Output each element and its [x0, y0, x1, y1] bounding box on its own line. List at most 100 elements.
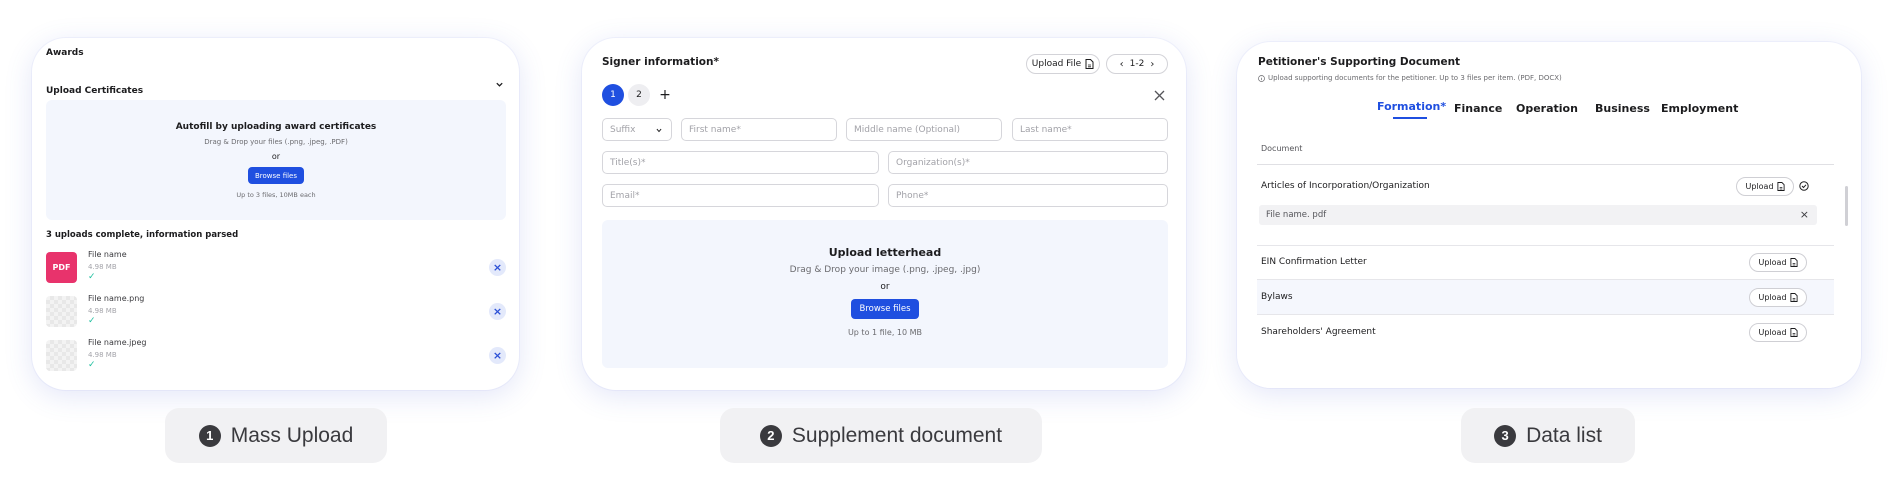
- caption-mass-upload: 1 Mass Upload: [165, 408, 387, 463]
- tab-employment[interactable]: Employment: [1661, 102, 1738, 115]
- chevron-down-icon: [656, 128, 662, 133]
- caption-supplement-document: 2 Supplement document: [720, 408, 1042, 463]
- document-list-subtitle-row: Upload supporting documents for the peti…: [1258, 74, 1562, 82]
- awards-heading: Awards: [46, 48, 84, 58]
- add-step-icon[interactable]: +: [654, 84, 676, 106]
- letterhead-dropzone[interactable]: Upload letterhead Drag & Drop your image…: [602, 220, 1168, 368]
- tab-business[interactable]: Business: [1595, 102, 1650, 115]
- tab-formation[interactable]: Formation*: [1377, 100, 1446, 113]
- browse-files-button[interactable]: Browse files: [851, 299, 919, 319]
- caption-data-list: 3 Data list: [1461, 408, 1635, 463]
- upload-label: Upload: [1758, 328, 1787, 337]
- file-icon: [1789, 293, 1798, 302]
- upload-certificates-title: Upload Certificates: [46, 86, 144, 96]
- document-row-ein: EIN Confirmation Letter Upload: [1257, 245, 1834, 280]
- upload-button[interactable]: Upload: [1736, 177, 1794, 196]
- caption-number: 1: [198, 424, 221, 447]
- document-row-bylaws[interactable]: Bylaws Upload: [1257, 280, 1834, 315]
- remove-attachment-icon[interactable]: ×: [1800, 208, 1809, 221]
- upload-label: Upload: [1758, 258, 1787, 267]
- active-tab-indicator: [1393, 117, 1427, 119]
- file-name: File name.png: [88, 294, 145, 303]
- email-field[interactable]: Email*: [602, 184, 879, 207]
- title-field[interactable]: Title(s)*: [602, 151, 879, 174]
- step-1-button[interactable]: 1: [602, 84, 624, 106]
- suffix-select[interactable]: Suffix: [602, 118, 672, 141]
- caption-number: 3: [1494, 424, 1517, 447]
- letterhead-hint: Drag & Drop your image (.png, .jpeg, .jp…: [789, 265, 981, 275]
- attached-file-name: File name. pdf: [1266, 210, 1327, 220]
- uploaded-file-row: File name.jpeg 4.98 MB ✓ ×: [46, 338, 506, 378]
- uploaded-file-row: PDF File name 4.98 MB ✓ ×: [46, 250, 506, 290]
- attached-file-chip: File name. pdf ×: [1259, 205, 1817, 225]
- file-name: File name.jpeg: [88, 338, 147, 347]
- document-label: Articles of Incorporation/Organization: [1261, 181, 1430, 191]
- upload-label: Upload: [1758, 293, 1787, 302]
- chevron-down-icon: [496, 82, 503, 87]
- caption-label: Mass Upload: [230, 423, 354, 447]
- step-2-button[interactable]: 2: [628, 84, 650, 106]
- tab-operation[interactable]: Operation: [1516, 102, 1578, 115]
- scrollbar-thumb[interactable]: [1845, 186, 1848, 226]
- browse-files-button[interactable]: Browse files: [248, 167, 304, 184]
- check-icon: ✓: [88, 272, 96, 282]
- remove-file-button[interactable]: ×: [489, 259, 506, 276]
- file-icon: [1776, 182, 1785, 191]
- caption-label: Data list: [1526, 423, 1602, 447]
- first-name-field[interactable]: First name*: [681, 118, 837, 141]
- upload-certificates-toggle[interactable]: Upload Certificates: [46, 78, 506, 96]
- dropzone-heading: Autofill by uploading award certificates: [175, 122, 377, 132]
- document-list-title: Petitioner's Supporting Document: [1258, 56, 1461, 68]
- phone-field[interactable]: Phone*: [888, 184, 1168, 207]
- file-icon: [1789, 258, 1798, 267]
- uploaded-file-row: File name.png 4.98 MB ✓ ×: [46, 294, 506, 334]
- upload-button[interactable]: Upload: [1749, 323, 1807, 342]
- caption-label: Supplement document: [791, 423, 1003, 447]
- last-name-field[interactable]: Last name*: [1012, 118, 1168, 141]
- pdf-thumbnail: PDF: [46, 252, 77, 283]
- upload-button[interactable]: Upload: [1749, 288, 1807, 307]
- remove-file-button[interactable]: ×: [489, 303, 506, 320]
- suffix-placeholder: Suffix: [610, 124, 636, 135]
- letterhead-heading: Upload letterhead: [828, 246, 942, 259]
- dropzone-limit: Up to 3 files, 10MB each: [236, 191, 316, 199]
- certificate-dropzone[interactable]: Autofill by uploading award certificates…: [46, 100, 506, 220]
- tab-finance[interactable]: Finance: [1454, 102, 1502, 115]
- document-label: Bylaws: [1261, 292, 1293, 302]
- file-icon: [1085, 59, 1094, 69]
- next-page-icon[interactable]: ›: [1150, 59, 1154, 70]
- file-icon: [1789, 328, 1798, 337]
- check-icon: ✓: [88, 360, 96, 370]
- remove-file-button[interactable]: ×: [489, 347, 506, 364]
- file-size: 4.98 MB: [88, 263, 117, 271]
- organization-field[interactable]: Organization(s)*: [888, 151, 1168, 174]
- upload-file-button[interactable]: Upload File: [1026, 54, 1100, 74]
- header-divider: [1257, 164, 1834, 165]
- document-row-articles: Articles of Incorporation/Organization U…: [1257, 166, 1834, 246]
- file-name: File name: [88, 250, 127, 259]
- mass-upload-card: Awards Upload Certificates Autofill by u…: [32, 38, 519, 390]
- upload-label: Upload: [1745, 182, 1774, 191]
- column-header-document: Document: [1261, 144, 1303, 153]
- image-thumbnail: [46, 340, 77, 371]
- dropzone-hint: Drag & Drop your files (.png, .jpeg, .PD…: [204, 138, 348, 146]
- file-size: 4.98 MB: [88, 351, 117, 359]
- upload-file-label: Upload File: [1031, 59, 1082, 69]
- caption-number: 2: [759, 424, 782, 447]
- document-label: Shareholders' Agreement: [1261, 327, 1376, 337]
- close-icon[interactable]: [1154, 90, 1165, 101]
- image-thumbnail: [46, 296, 77, 327]
- upload-button[interactable]: Upload: [1749, 253, 1807, 272]
- middle-name-field[interactable]: Middle name (Optional): [846, 118, 1002, 141]
- check-circle-icon: [1799, 181, 1809, 191]
- document-list-subtitle: Upload supporting documents for the peti…: [1268, 74, 1562, 82]
- prev-page-icon[interactable]: ‹: [1120, 59, 1124, 70]
- info-icon: [1258, 74, 1265, 82]
- check-icon: ✓: [88, 316, 96, 326]
- document-label: EIN Confirmation Letter: [1261, 257, 1367, 267]
- signer-info-title: Signer information*: [602, 56, 719, 68]
- supplement-card: Signer information* Upload File ‹ 1-2 › …: [582, 38, 1186, 390]
- data-list-card: Petitioner's Supporting Document Upload …: [1237, 42, 1861, 388]
- dropzone-or: or: [271, 152, 281, 161]
- pager: ‹ 1-2 ›: [1106, 54, 1168, 74]
